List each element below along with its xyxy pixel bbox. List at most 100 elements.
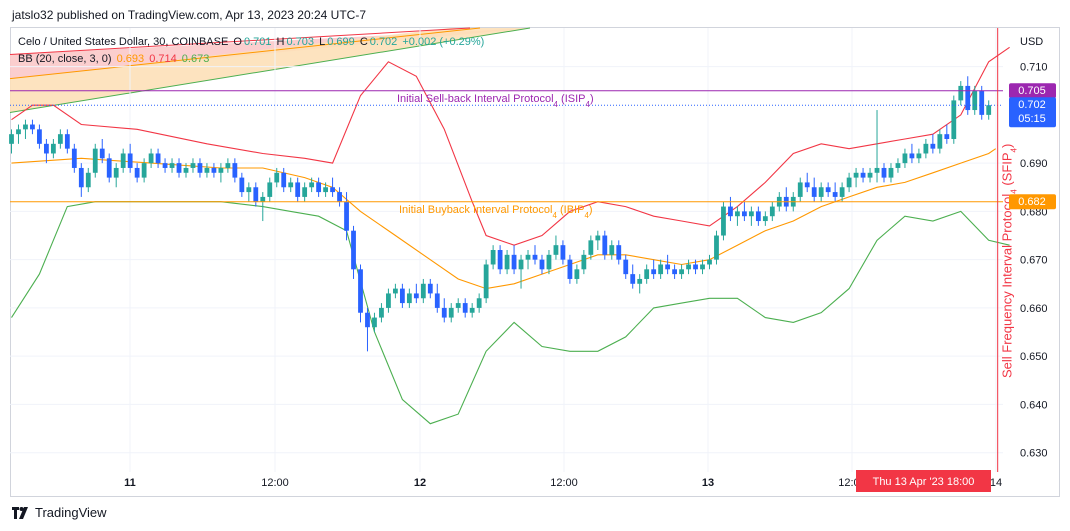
candle <box>71 143 77 173</box>
candle-body <box>232 163 238 178</box>
candle <box>267 177 273 202</box>
candle <box>420 278 426 304</box>
bb-upper-value: 0.714 <box>149 53 177 65</box>
candle-body <box>379 307 384 318</box>
candle-body <box>399 288 405 304</box>
candle <box>902 148 908 168</box>
candle-body <box>728 206 733 217</box>
candle-body <box>951 100 957 139</box>
candle <box>176 158 182 178</box>
candle-body <box>309 182 315 188</box>
candle-body <box>588 240 594 255</box>
candle <box>679 264 684 279</box>
high-value: 0.703 <box>286 36 315 48</box>
candle-body <box>57 134 63 144</box>
candle-body <box>50 143 56 154</box>
candle <box>818 182 824 202</box>
candle-body <box>469 307 475 313</box>
candle-body <box>616 245 622 260</box>
candle-body <box>337 192 342 202</box>
candle <box>127 143 133 173</box>
candle-body <box>735 211 740 217</box>
candle-body <box>567 259 573 279</box>
candle <box>37 124 42 149</box>
footer: TradingView <box>12 505 107 520</box>
candle <box>148 148 154 168</box>
candle-body <box>560 245 566 260</box>
candle <box>23 119 28 139</box>
candle <box>958 81 964 106</box>
candle <box>379 303 384 323</box>
annotation-text: Initial Buyback Interval Protocol <box>399 204 552 216</box>
candle-body <box>637 278 643 284</box>
candle-body <box>546 254 552 270</box>
candle <box>986 100 992 120</box>
candle-body <box>923 143 929 154</box>
price-chart[interactable]: Initial Sell-back Interval Protocol4 (IS… <box>0 0 1070 531</box>
candle-body <box>413 293 419 299</box>
candle-body <box>78 167 84 188</box>
candle <box>393 283 398 299</box>
candle <box>399 283 405 308</box>
candle <box>672 264 677 279</box>
candle-body <box>825 187 831 193</box>
candle-body <box>225 163 231 168</box>
candle-body <box>358 269 363 313</box>
candle <box>316 177 322 197</box>
candle <box>295 177 301 202</box>
bb-basis-line <box>11 148 997 290</box>
candle <box>804 172 810 193</box>
candle <box>78 163 84 197</box>
x-tick-label: 13 <box>702 477 714 489</box>
candle-body <box>902 153 908 164</box>
candle-body <box>197 163 203 173</box>
candle-body <box>916 153 922 159</box>
candle-body <box>162 163 168 168</box>
candle-body <box>323 187 328 193</box>
bb-lower-value: 0.673 <box>181 53 210 65</box>
candle <box>630 264 636 289</box>
candle <box>518 254 524 289</box>
candle-body <box>658 264 664 275</box>
candle <box>853 167 859 188</box>
candle-body <box>762 216 768 222</box>
candle-body <box>427 283 433 294</box>
annotation-text: ) <box>590 93 594 105</box>
candle <box>825 182 831 197</box>
candle-body <box>986 105 992 115</box>
candle-body <box>406 293 412 304</box>
candle-body <box>365 312 370 328</box>
candle <box>965 76 971 115</box>
bb-legend: BB (20, close, 3, 0) 0.693 0.714 0.673 <box>18 53 211 65</box>
candle <box>721 201 726 241</box>
candle-body <box>553 245 559 255</box>
footer-brand: TradingView <box>35 505 107 520</box>
candle-body <box>972 90 978 111</box>
low-value: 0.699 <box>327 36 355 48</box>
candle <box>769 201 775 222</box>
candle-body <box>239 177 245 193</box>
candle-body <box>23 124 28 130</box>
bb-lower-line <box>11 201 1010 425</box>
candle-body <box>644 269 650 279</box>
candle-body <box>246 187 252 193</box>
candle <box>455 298 461 313</box>
candle-body <box>874 167 880 173</box>
candle <box>134 163 140 183</box>
candle-body <box>860 172 866 178</box>
candle-body <box>9 134 14 144</box>
candle <box>665 254 671 275</box>
candle-body <box>539 259 545 270</box>
candle <box>811 177 817 202</box>
candle-body <box>742 211 747 217</box>
candle-body <box>37 129 42 144</box>
candle <box>113 163 119 188</box>
candle-body <box>476 298 482 308</box>
candle <box>797 177 803 202</box>
candle-body <box>386 293 391 308</box>
candle-body <box>532 254 538 260</box>
candle-body <box>134 167 140 178</box>
candle <box>16 124 21 144</box>
candle-body <box>267 182 273 197</box>
change-value: +0.002 (+0.29%) <box>402 36 485 48</box>
